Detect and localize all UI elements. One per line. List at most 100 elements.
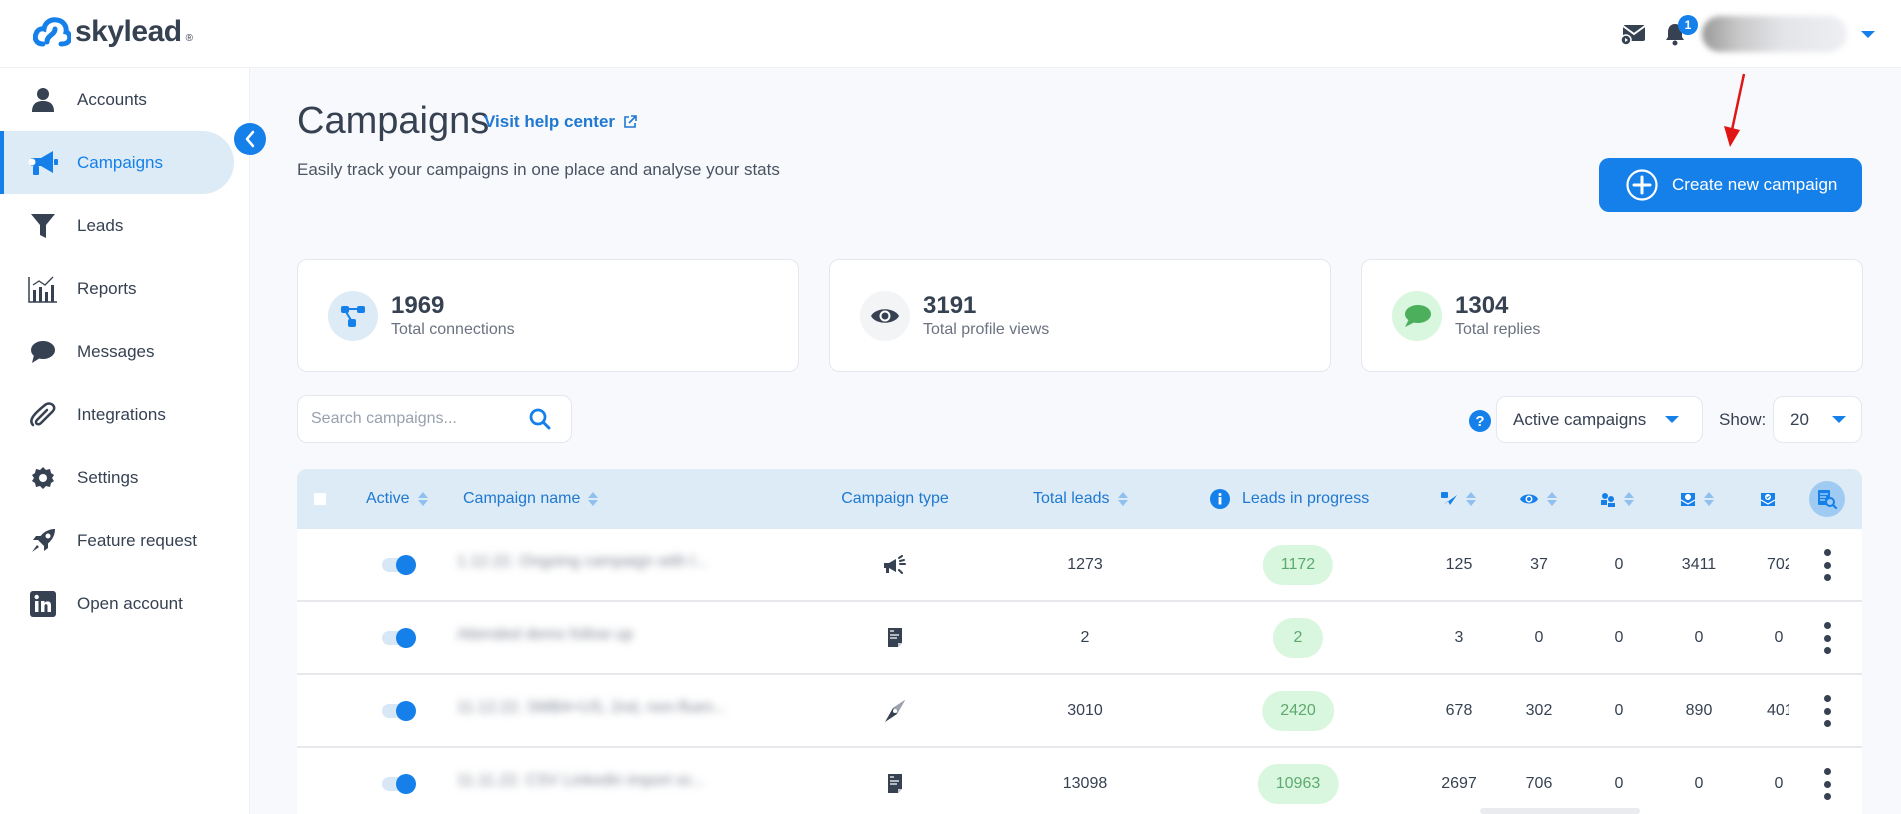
row-menu-kebab-icon[interactable] xyxy=(1817,695,1837,727)
leads-in-progress-cell: 2420 xyxy=(1262,675,1334,746)
total-leads-cell: 1273 xyxy=(1067,555,1103,573)
stat-cell: 890 xyxy=(1685,701,1713,719)
stat-cell: 0 xyxy=(1614,555,1624,573)
info-icon[interactable] xyxy=(1210,489,1230,509)
top-bar: skylead ® 1 xyxy=(0,0,1901,68)
megaphone-icon xyxy=(23,149,63,177)
select-all-checkbox[interactable] xyxy=(314,493,326,505)
sidebar-item-feature-request[interactable]: Feature request xyxy=(0,509,234,572)
sidebar-item-accounts[interactable]: Accounts xyxy=(0,68,234,131)
active-toggle[interactable] xyxy=(382,555,416,575)
logo-text: skylead xyxy=(75,15,182,48)
sidebar-item-messages[interactable]: Messages xyxy=(0,320,234,383)
column-campaign-type: Campaign type xyxy=(841,469,949,529)
stat-cell: 2697 xyxy=(1441,774,1477,792)
linkedin-send-icon xyxy=(1441,492,1457,505)
sort-icon[interactable] xyxy=(1547,492,1557,506)
column-active[interactable]: Active xyxy=(366,469,428,529)
campaign-name[interactable]: 1.12.22. Ongoing campaign with l... xyxy=(457,553,708,573)
stat-cell: 702 xyxy=(1767,529,1789,600)
active-toggle[interactable] xyxy=(382,628,416,648)
collapse-sidebar-button[interactable] xyxy=(234,123,266,155)
search-input[interactable] xyxy=(311,410,521,428)
sidebar-item-campaigns[interactable]: Campaigns xyxy=(0,131,234,194)
table-row[interactable]: 1.12.22. Ongoing campaign with l... 1273… xyxy=(297,529,1862,602)
table-header: Active Campaign name Campaign type Total… xyxy=(297,469,1862,529)
column-profile-views[interactable] xyxy=(1519,469,1557,529)
campaign-name[interactable]: Attended demo follow up xyxy=(457,626,633,646)
in-progress-badge: 1172 xyxy=(1262,544,1334,585)
row-menu-kebab-icon[interactable] xyxy=(1817,622,1837,654)
sidebar-item-reports[interactable]: Reports xyxy=(0,257,234,320)
stat-label: Total connections xyxy=(391,321,515,338)
sort-icon[interactable] xyxy=(417,492,428,506)
create-new-campaign-button[interactable]: Create new campaign xyxy=(1599,158,1862,212)
stat-value: 1969 xyxy=(391,292,445,319)
sidebar-item-label: Leads xyxy=(77,215,124,235)
visit-help-center-link[interactable]: Visit help center xyxy=(484,112,637,132)
search-icon[interactable] xyxy=(529,408,551,430)
sidebar-item-leads[interactable]: Leads xyxy=(0,194,234,257)
total-leads-cell: 3010 xyxy=(1067,701,1103,719)
column-total-leads[interactable]: Total leads xyxy=(1033,469,1128,529)
sidebar-item-settings[interactable]: Settings xyxy=(0,446,234,509)
chat-bubble-icon xyxy=(23,340,63,364)
question-help-icon[interactable]: ? xyxy=(1469,410,1491,432)
column-connection-requests[interactable] xyxy=(1600,469,1634,529)
leads-in-progress-cell: 1172 xyxy=(1262,529,1334,600)
megaphone-icon xyxy=(884,554,906,574)
column-email-opens[interactable] xyxy=(1680,469,1714,529)
sidebar-item-label: Campaigns xyxy=(77,152,163,172)
notifications-button[interactable]: 1 xyxy=(1658,15,1698,51)
column-label: Active xyxy=(366,490,410,507)
rocket-icon xyxy=(23,528,63,554)
table-row[interactable]: 11.12.22. SMB4+US, 2nd, non-fluen... 301… xyxy=(297,675,1862,748)
leads-in-progress-cell: 10963 xyxy=(1257,748,1339,814)
user-menu-chevron-down-icon[interactable] xyxy=(1861,30,1875,38)
column-campaign-name[interactable]: Campaign name xyxy=(463,469,599,529)
table-row[interactable]: 11.11.22. CSV Linkedin import sc... 1309… xyxy=(297,748,1862,814)
column-label: Campaign type xyxy=(841,490,949,507)
campaign-status-select[interactable]: Active campaigns xyxy=(1496,396,1703,443)
column-email-verified xyxy=(1760,469,1776,529)
notification-badge: 1 xyxy=(1678,15,1698,35)
column-leads-in-progress: Leads in progress xyxy=(1210,469,1369,529)
active-toggle[interactable] xyxy=(382,774,416,794)
stat-card-profile-views: 3191 Total profile views xyxy=(829,259,1331,372)
sort-icon[interactable] xyxy=(1117,492,1128,506)
campaign-type-cell xyxy=(887,748,903,814)
sort-icon[interactable] xyxy=(588,492,599,506)
sort-icon[interactable] xyxy=(1466,492,1476,506)
column-label: Campaign name xyxy=(463,490,581,507)
sidebar-item-integrations[interactable]: Integrations xyxy=(0,383,234,446)
leads-in-progress-cell: 2 xyxy=(1273,602,1323,673)
connections-icon xyxy=(328,291,378,341)
row-menu-kebab-icon[interactable] xyxy=(1817,768,1837,800)
column-settings-button[interactable] xyxy=(1809,481,1845,517)
column-linkedin-messages[interactable] xyxy=(1440,469,1476,529)
active-toggle[interactable] xyxy=(382,701,416,721)
skylead-logo[interactable]: skylead ® xyxy=(33,15,193,49)
campaign-name[interactable]: 11.11.22. CSV Linkedin import sc... xyxy=(457,772,705,792)
sidebar-item-label: Messages xyxy=(77,341,155,361)
row-menu-kebab-icon[interactable] xyxy=(1817,549,1837,581)
inbox-button[interactable] xyxy=(1616,17,1650,51)
page-subtitle: Easily track your campaigns in one place… xyxy=(297,160,780,179)
sort-icon[interactable] xyxy=(1624,492,1634,506)
email-verified-icon xyxy=(1760,493,1776,506)
page-size-select[interactable]: 20 xyxy=(1773,396,1862,443)
search-campaigns-field xyxy=(297,395,572,443)
campaign-name[interactable]: 11.12.22. SMB4+US, 2nd, non-fluen... xyxy=(457,699,727,719)
connection-request-icon xyxy=(1601,493,1615,507)
table-row[interactable]: Attended demo follow up 2 2 3 0 0 0 0 xyxy=(297,602,1862,675)
stat-cell: 0 xyxy=(1694,774,1704,792)
sort-icon[interactable] xyxy=(1704,492,1714,506)
csv-file-icon xyxy=(888,628,902,647)
stat-cell: 401 xyxy=(1767,675,1789,746)
horizontal-scrollbar[interactable] xyxy=(1480,808,1640,814)
stat-cell: 0 xyxy=(1614,774,1624,792)
user-avatar[interactable] xyxy=(1702,16,1847,52)
sidebar-item-open-account[interactable]: Open account xyxy=(0,572,234,635)
truncated-value: 702 xyxy=(1767,555,1789,573)
compass-icon xyxy=(885,699,905,722)
